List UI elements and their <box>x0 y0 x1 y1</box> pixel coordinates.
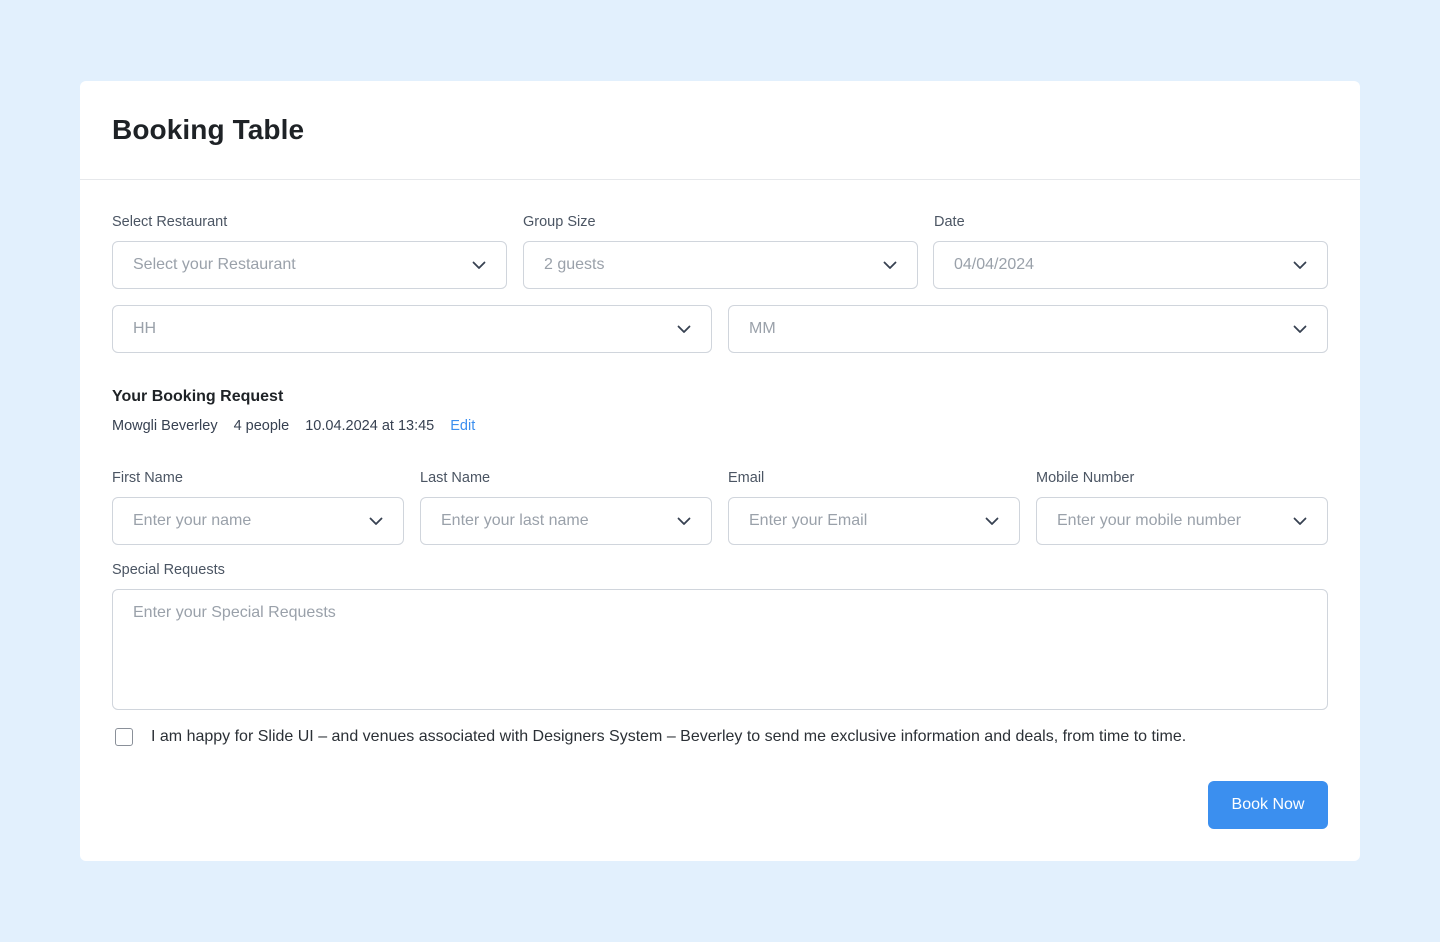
email-placeholder: Enter your Email <box>749 512 868 529</box>
consent-checkbox[interactable] <box>115 728 133 746</box>
hour-placeholder: HH <box>133 320 157 337</box>
restaurant-label: Select Restaurant <box>112 214 228 230</box>
last-name-label: Last Name <box>420 470 491 486</box>
chevron-down-icon <box>369 514 383 528</box>
email-label: Email <box>728 470 765 486</box>
mobile-placeholder: Enter your mobile number <box>1057 512 1242 529</box>
last-name-field[interactable]: Enter your last name <box>420 497 712 545</box>
booking-datetime: 10.04.2024 at 13:45 <box>305 418 435 434</box>
mobile-label: Mobile Number <box>1036 470 1135 486</box>
booking-card: Booking Table Select Restaurant Select y… <box>80 81 1360 861</box>
chevron-down-icon <box>1293 514 1307 528</box>
minute-select[interactable]: MM <box>728 305 1328 353</box>
booking-name: Mowgli Beverley <box>112 418 218 434</box>
consent-row: I am happy for Slide UI – and venues ass… <box>115 728 1186 746</box>
date-select[interactable]: 04/04/2024 <box>933 241 1328 289</box>
restaurant-placeholder: Select your Restaurant <box>133 256 296 273</box>
special-requests-placeholder: Enter your Special Requests <box>133 604 336 621</box>
page-title: Booking Table <box>112 114 305 145</box>
chevron-down-icon <box>985 514 999 528</box>
special-requests-textarea[interactable]: Enter your Special Requests <box>112 589 1328 710</box>
book-now-button[interactable]: Book Now <box>1208 781 1328 829</box>
chevron-down-icon <box>1293 322 1307 336</box>
booking-summary: Mowgli Beverley 4 people 10.04.2024 at 1… <box>112 418 475 434</box>
restaurant-select[interactable]: Select your Restaurant <box>112 241 507 289</box>
consent-text: I am happy for Slide UI – and venues ass… <box>151 728 1187 745</box>
minute-placeholder: MM <box>749 320 776 337</box>
mobile-field[interactable]: Enter your mobile number <box>1036 497 1328 545</box>
first-name-field[interactable]: Enter your name <box>112 497 404 545</box>
hour-select[interactable]: HH <box>112 305 712 353</box>
group-size-select[interactable]: 2 guests <box>523 241 918 289</box>
chevron-down-icon <box>677 514 691 528</box>
edit-booking-link[interactable]: Edit <box>450 418 475 434</box>
booking-people: 4 people <box>233 418 290 434</box>
date-value: 04/04/2024 <box>954 256 1035 273</box>
email-field[interactable]: Enter your Email <box>728 497 1020 545</box>
date-label: Date <box>934 214 965 230</box>
first-name-label: First Name <box>112 470 183 486</box>
chevron-down-icon <box>677 322 691 336</box>
special-requests-label: Special Requests <box>112 562 225 578</box>
group-size-label: Group Size <box>523 214 596 230</box>
group-size-value: 2 guests <box>544 256 605 273</box>
chevron-down-icon <box>1293 258 1307 272</box>
chevron-down-icon <box>472 258 486 272</box>
first-name-placeholder: Enter your name <box>133 512 252 529</box>
chevron-down-icon <box>883 258 897 272</box>
last-name-placeholder: Enter your last name <box>441 512 589 529</box>
booking-request-title: Your Booking Request <box>112 388 284 405</box>
card-header: Booking Table <box>80 81 1360 180</box>
